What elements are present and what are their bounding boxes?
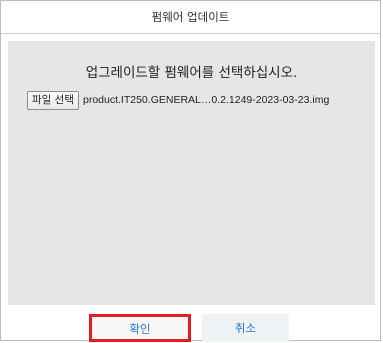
dialog-title: 펌웨어 업데이트 bbox=[1, 1, 380, 34]
firmware-update-dialog: 펌웨어 업데이트 업그레이드할 펌웨어를 선택하십시오. 파일 선택 produ… bbox=[0, 0, 381, 342]
instruction-text: 업그레이드할 펌웨어를 선택하십시오. bbox=[85, 65, 298, 81]
dialog-content-panel: 업그레이드할 펌웨어를 선택하십시오. 파일 선택 product.IT250.… bbox=[8, 41, 375, 305]
cancel-button[interactable]: 취소 bbox=[202, 314, 289, 342]
file-picker: 파일 선택 product.IT250.GENERAL…0.2.1249-202… bbox=[27, 90, 329, 110]
selected-file-name: product.IT250.GENERAL…0.2.1249-2023-03-2… bbox=[82, 94, 330, 106]
ok-button[interactable]: 확인 bbox=[89, 314, 191, 342]
choose-file-button[interactable]: 파일 선택 bbox=[27, 90, 79, 110]
